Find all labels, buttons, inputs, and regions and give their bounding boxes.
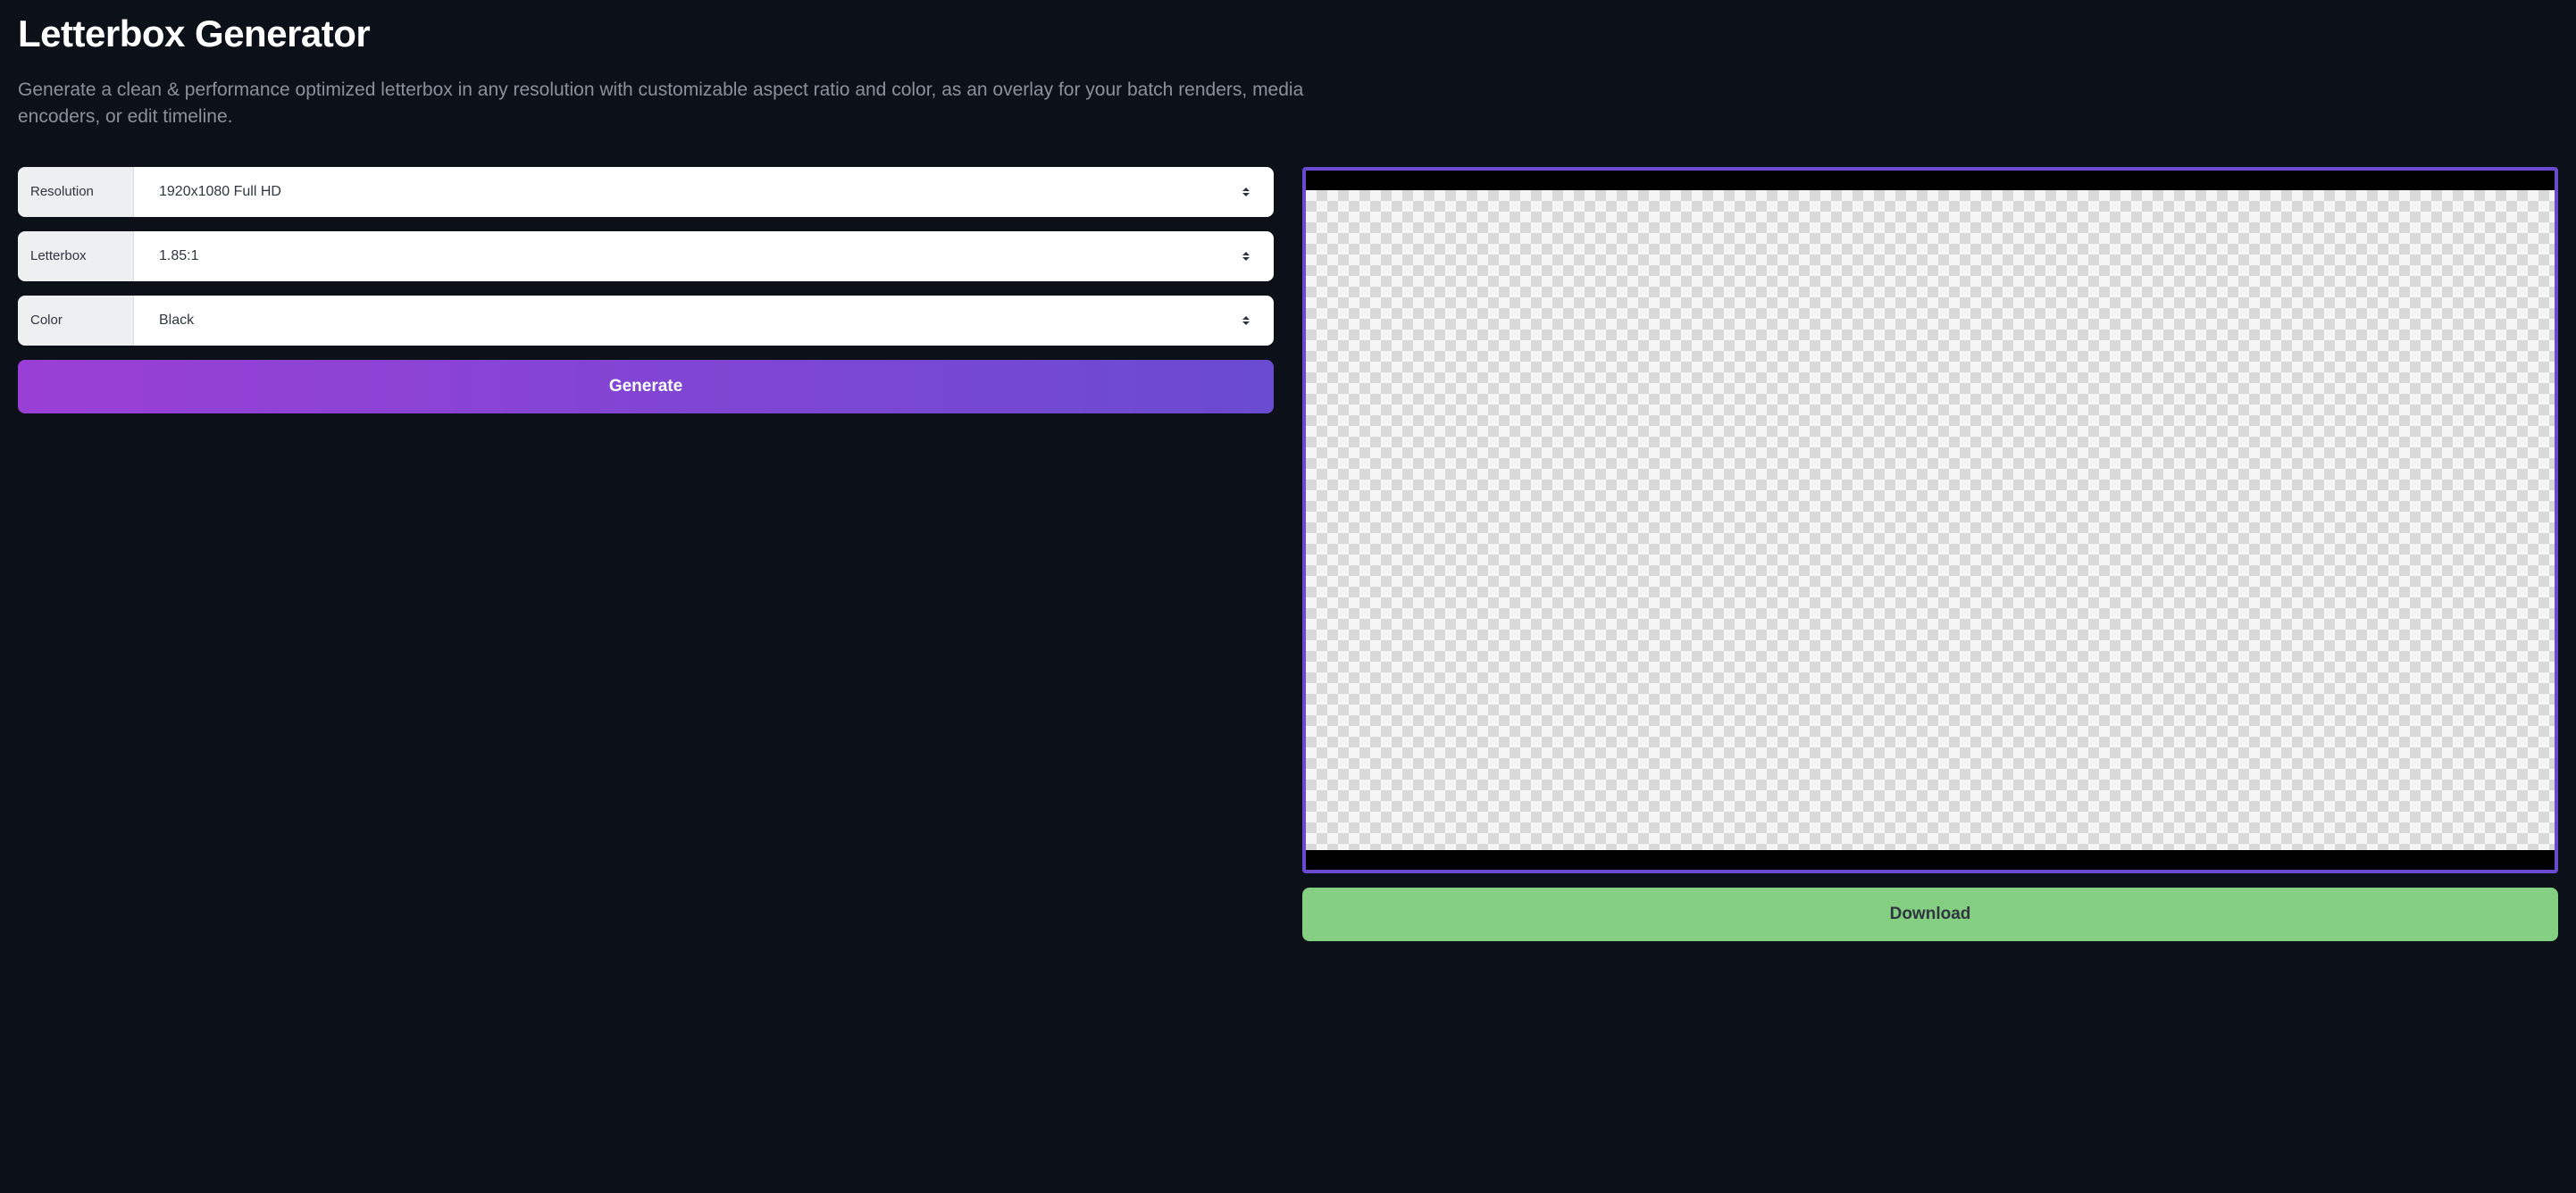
- page-subtitle: Generate a clean & performance optimized…: [18, 77, 1313, 131]
- generate-button[interactable]: Generate: [18, 360, 1274, 413]
- color-select[interactable]: Black: [134, 296, 1274, 346]
- chevron-updown-icon: [1240, 314, 1252, 327]
- preview-column: Download: [1302, 167, 2558, 941]
- chevron-updown-icon: [1240, 250, 1252, 263]
- color-label: Color: [18, 296, 134, 346]
- resolution-row: Resolution 1920x1080 Full HD: [18, 167, 1274, 217]
- page-title: Letterbox Generator: [18, 13, 2558, 55]
- columns: Resolution 1920x1080 Full HD Letterbox 1…: [18, 167, 2558, 941]
- controls-column: Resolution 1920x1080 Full HD Letterbox 1…: [18, 167, 1274, 413]
- preview-frame: [1302, 167, 2558, 873]
- preview-canvas: [1306, 190, 2555, 850]
- color-select-value: Black: [159, 313, 194, 329]
- resolution-select[interactable]: 1920x1080 Full HD: [134, 167, 1274, 217]
- resolution-select-value: 1920x1080 Full HD: [159, 184, 281, 200]
- letterbox-label: Letterbox: [18, 231, 134, 281]
- letterbox-select[interactable]: 1.85:1: [134, 231, 1274, 281]
- page-root: Letterbox Generator Generate a clean & p…: [0, 0, 2576, 977]
- letterbox-row: Letterbox 1.85:1: [18, 231, 1274, 281]
- download-button[interactable]: Download: [1302, 888, 2558, 941]
- resolution-label: Resolution: [18, 167, 134, 217]
- chevron-updown-icon: [1240, 186, 1252, 198]
- letterbox-select-value: 1.85:1: [159, 248, 198, 264]
- color-row: Color Black: [18, 296, 1274, 346]
